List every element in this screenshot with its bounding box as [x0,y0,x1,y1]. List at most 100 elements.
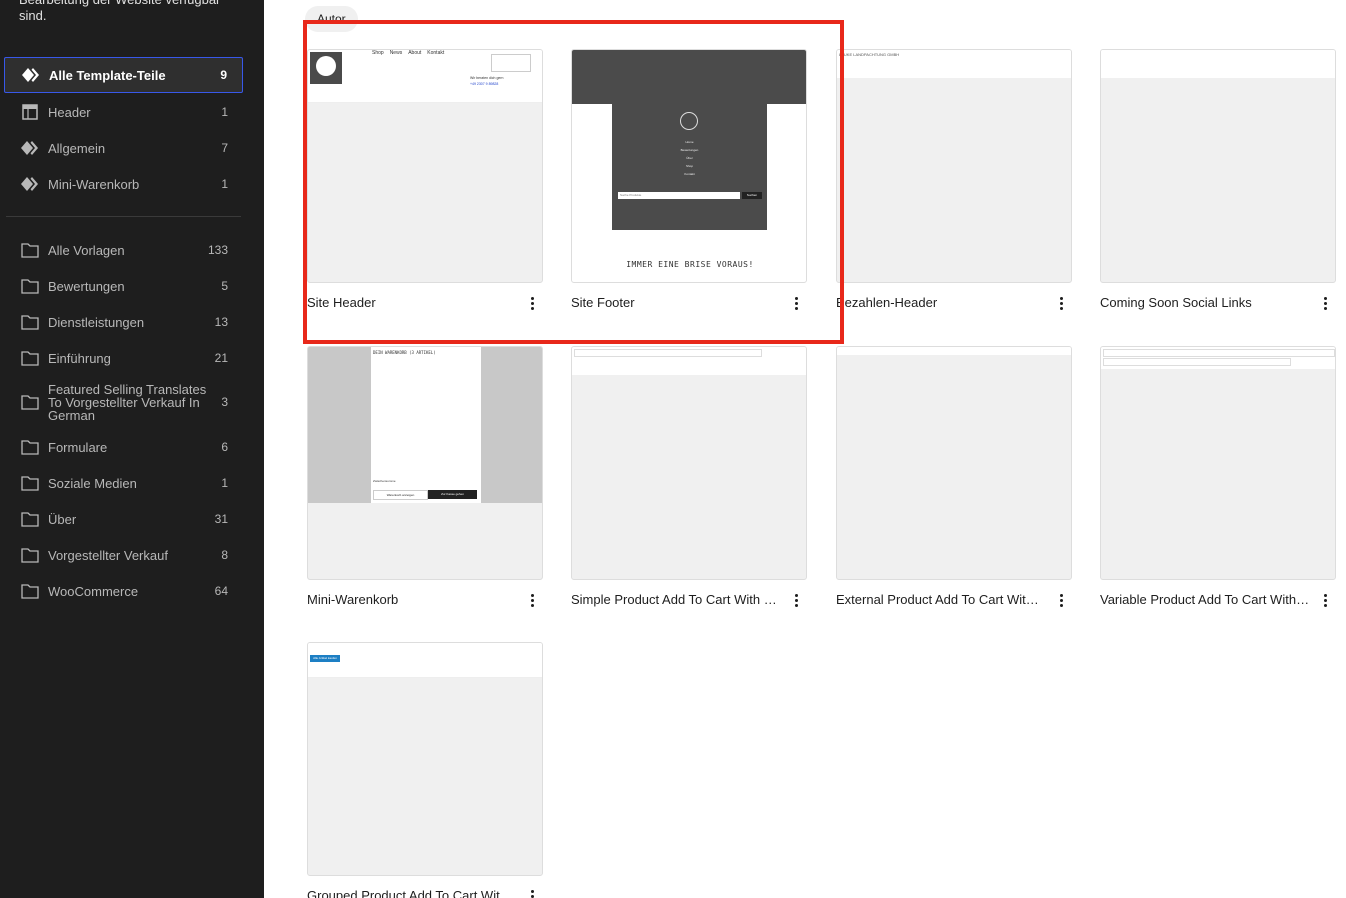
more-options-icon[interactable] [1316,293,1334,313]
sidebar-category-count: 8 [221,548,228,562]
sidebar-item-allgemein[interactable]: Allgemein 7 [4,130,243,166]
sidebar-category-count: 13 [214,315,228,329]
preview-nav-item: Kontakt [427,50,445,56]
sidebar-category-dienstleistungen[interactable]: Dienstleistungen 13 [4,304,243,340]
folder-icon [20,312,40,332]
sidebar-category-label: Über [48,511,77,527]
sidebar-item-count: 1 [221,177,228,191]
sidebar-category-bewertungen[interactable]: Bewertungen 5 [4,268,243,304]
folder-icon [20,545,40,565]
sidebar-category-alle-vorlagen[interactable]: Alle Vorlagen 133 [4,232,243,268]
sidebar-item-count: 7 [221,141,228,155]
folder-icon [20,348,40,368]
template-card-title[interactable]: Mini-Warenkorb [307,592,517,607]
sidebar-category-label: Bewertungen [48,278,125,294]
template-parts-icon [20,138,40,158]
sidebar-item-label: Allgemein [48,140,106,156]
sidebar-category-label: Featured Selling Translates To Vorgestel… [48,381,207,423]
folder-icon [20,473,40,493]
template-card-title[interactable]: Variable Product Add To Cart With ... [1100,592,1310,607]
template-preview[interactable]: Home Bewertungen Über Shop Kontakt Suche… [571,49,807,283]
sidebar-category-label: Dienstleistungen [48,314,145,330]
sidebar-item-count: 9 [220,68,227,82]
more-options-icon[interactable] [1052,590,1070,610]
template-preview[interactable] [1100,49,1336,283]
sidebar-category-label: Soziale Medien [48,475,137,491]
folder-icon [20,581,40,601]
template-card-title[interactable]: Coming Soon Social Links [1100,295,1310,310]
preview-footer-menu-item: Shop [685,164,693,168]
sidebar-category-count: 1 [221,476,228,490]
sidebar-category-featured-selling[interactable]: Featured Selling Translates To Vorgestel… [4,378,243,426]
template-preview[interactable] [1100,346,1336,580]
sidebar-item-header[interactable]: Header 1 [4,94,243,130]
folder-icon [20,437,40,457]
sidebar-category-label: Vorgestellter Verkauf [48,547,168,563]
sidebar-category-label: WooCommerce [48,583,139,599]
more-options-icon[interactable] [787,590,805,610]
sidebar-item-all-template-parts[interactable]: Alle Template-Teile 9 [4,57,243,93]
preview-search-field: Suche Produkte [618,192,740,199]
sidebar-category-formulare[interactable]: Formulare 6 [4,429,243,465]
template-preview[interactable]: Alle Artikel kaufen [307,642,543,876]
template-preview[interactable] [836,346,1072,580]
sidebar-category-woocommerce[interactable]: WooCommerce 64 [4,573,243,609]
more-options-icon[interactable] [1052,293,1070,313]
preview-phone-text: Wir beraten dich gern [470,76,504,80]
template-card-title[interactable]: Site Footer [571,295,781,310]
preview-grouped-button: Alle Artikel kaufen [310,655,340,662]
sidebar-category-label: Einführung [48,350,111,366]
more-options-icon[interactable] [1316,590,1334,610]
preview-footer-menu-item: Bewertungen [680,148,699,152]
author-filter[interactable]: Autor [305,6,358,32]
template-card-title[interactable]: Site Header [307,295,517,310]
template-card-title[interactable]: Bezahlen-Header [836,295,1046,310]
sidebar-category-soziale-medien[interactable]: Soziale Medien 1 [4,465,243,501]
preview-cart-view: Warenkorb anzeigen [373,490,428,500]
sidebar-item-mini-warenkorb[interactable]: Mini-Warenkorb 1 [4,166,243,202]
template-card-title[interactable]: Grouped Product Add To Cart With ... [307,888,517,898]
sidebar-category-ueber[interactable]: Über 31 [4,501,243,537]
template-card-title[interactable]: Simple Product Add To Cart With O... [571,592,781,607]
more-options-icon[interactable] [787,293,805,313]
sidebar-category-count: 64 [214,584,228,598]
preview-footer-menu-item: Home [685,140,694,144]
sidebar-category-vorgestellter-verkauf[interactable]: Vorgestellter Verkauf 8 [4,537,243,573]
sidebar-category-einfuehrung[interactable]: Einführung 21 [4,340,243,376]
sidebar: Bearbeitung der Website verfügbar sind. … [0,0,264,898]
sidebar-category-label: Alle Vorlagen [48,242,125,258]
template-preview[interactable] [571,346,807,580]
template-card-title[interactable]: External Product Add To Cart With ... [836,592,1046,607]
sidebar-category-count: 6 [221,440,228,454]
sidebar-category-count: 5 [221,279,228,293]
folder-icon [20,276,40,296]
template-preview[interactable]: Shop News About Kontakt Wir beraten dich… [307,49,543,283]
preview-phone: +49 2307 9 89828 [470,82,499,86]
more-options-icon[interactable] [523,293,541,313]
preview-footer-menu-item: Über [686,156,693,160]
folder-icon [20,509,40,529]
more-options-icon[interactable] [523,590,541,610]
sidebar-divider [6,216,241,217]
template-parts-icon [20,174,40,194]
sidebar-category-count: 133 [207,243,228,257]
preview-search-button: Suchen [742,192,762,199]
sidebar-item-label: Mini-Warenkorb [48,176,140,192]
sidebar-item-label: Header [48,104,91,120]
preview-cart-total: Zwischensumme [373,479,396,483]
preview-cart-checkout: Zur Kasse gehen [428,490,477,499]
sidebar-category-count: 21 [214,351,228,365]
logo-image [310,52,342,84]
template-preview[interactable]: DEIN WARENKORB (3 ARTIKEL) Zwischensumme… [307,346,543,580]
preview-nav-item: About [408,50,422,56]
sidebar-item-count: 1 [221,105,228,119]
sidebar-category-label: Formulare [48,439,108,455]
pattern-grid: Autor Shop News About Kontakt Wir berate… [264,0,1346,898]
sidebar-category-count: 3 [221,395,228,409]
preview-nav-item: News [389,50,403,56]
preview-footer-tagline: IMMER EINE BRISE VORAUS! [626,260,754,269]
template-parts-icon [21,65,41,85]
preview-nav-item: Shop [372,50,384,56]
more-options-icon[interactable] [523,886,541,898]
template-preview[interactable]: LEUKE LANDPACHTUNG GMBH [836,49,1072,283]
